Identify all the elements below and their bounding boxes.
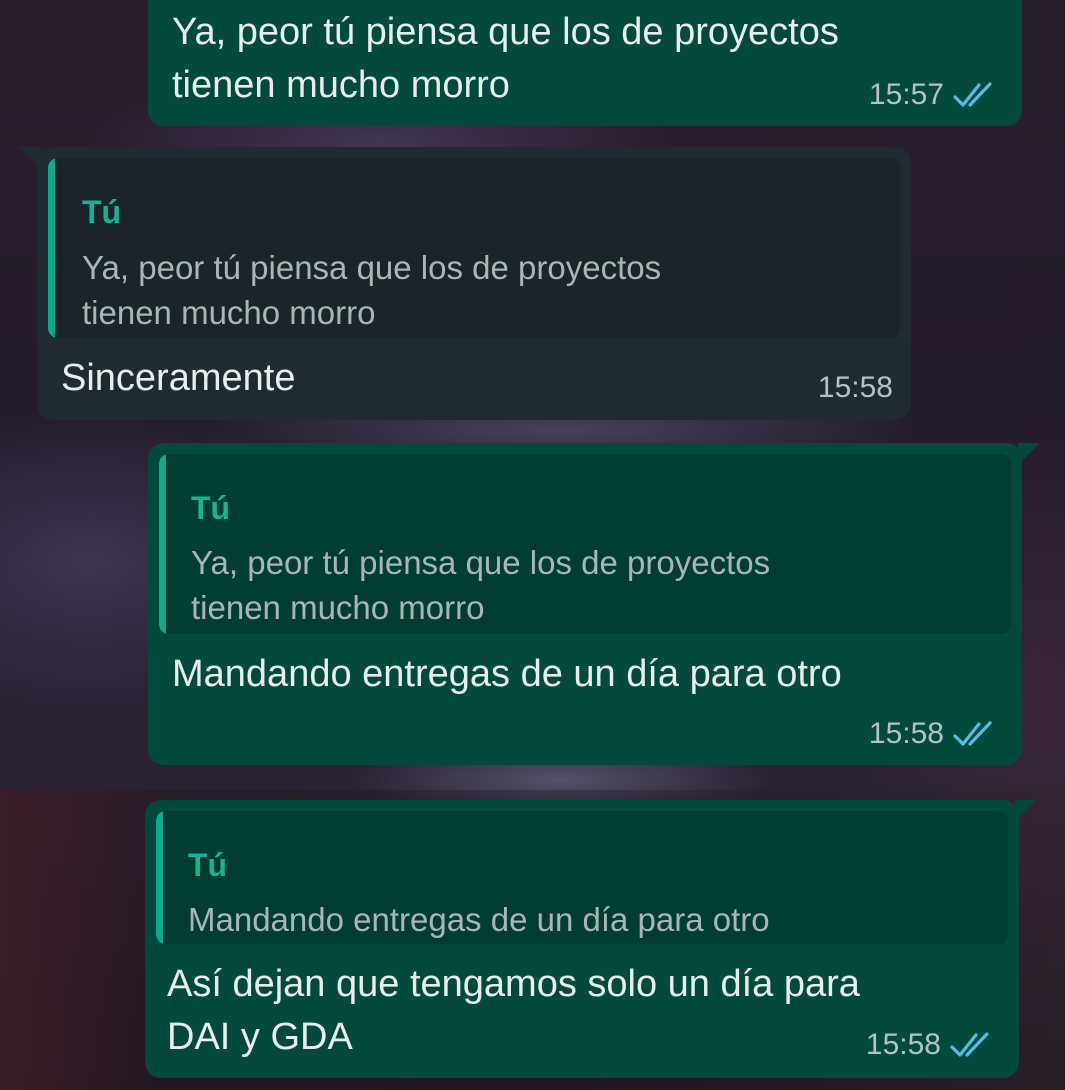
message-text-line: Sinceramente <box>61 357 296 399</box>
quote-text: Ya, peor tú piensa que los de proyectos … <box>82 245 661 335</box>
message-text-line: Así dejan que tengamos solo un día para <box>167 963 860 1005</box>
quote-author: Tú <box>191 490 231 526</box>
message-text-line: Mandando entregas de un día para otro <box>172 653 842 695</box>
message-text: Así dejan que tengamos solo un día para … <box>167 958 860 1064</box>
double-check-read-icon <box>953 82 992 107</box>
quote-text-line: tienen mucho morro <box>191 589 485 626</box>
double-check-read-icon <box>950 1032 989 1057</box>
quote-text-line: Ya, peor tú piensa que los de proyectos <box>82 249 662 286</box>
message-time: 15:58 <box>865 1028 941 1061</box>
message-text: Ya, peor tú piensa que los de proyectos … <box>172 6 839 112</box>
message-text-line: Ya, peor tú piensa que los de proyectos <box>172 11 839 53</box>
quoted-message[interactable]: Tú Ya, peor tú piensa que los de proyect… <box>48 158 900 338</box>
quote-accent-bar <box>48 158 55 338</box>
quote-accent-bar <box>159 454 166 634</box>
message-meta: 15:58 <box>818 371 893 405</box>
message-meta: 15:57 <box>869 78 996 112</box>
quote-text-line: Mandando entregas de un día para otro <box>188 901 770 938</box>
quote-author: Tú <box>188 847 228 883</box>
double-check-read-icon <box>953 721 992 746</box>
quote-accent-bar <box>156 811 163 944</box>
message-bubble-outgoing[interactable]: Tú Ya, peor tú piensa que los de proyect… <box>148 443 1040 765</box>
quoted-message[interactable]: Tú Mandando entregas de un día para otro <box>156 811 1008 944</box>
quote-author: Tú <box>82 194 122 230</box>
message-bubble-outgoing[interactable]: Tú Mandando entregas de un día para otro… <box>145 800 1037 1078</box>
message-time: 15:58 <box>817 371 893 404</box>
message-bubble-outgoing[interactable]: Ya, peor tú piensa que los de proyectos … <box>148 0 1022 126</box>
message-text: Sinceramente <box>61 352 295 405</box>
message-meta: 15:58 <box>866 1028 993 1062</box>
message-meta: 15:58 <box>869 717 996 751</box>
message-time: 15:58 <box>868 717 944 750</box>
quote-text-line: tienen mucho morro <box>82 294 376 331</box>
quoted-message[interactable]: Tú Ya, peor tú piensa que los de proyect… <box>159 454 1011 634</box>
message-text-line: DAI y GDA <box>167 1016 353 1058</box>
message-text-line: tienen mucho morro <box>172 64 510 106</box>
message-text: Mandando entregas de un día para otro <box>172 648 842 701</box>
message-time: 15:57 <box>868 78 944 111</box>
quote-text-line: Ya, peor tú piensa que los de proyectos <box>191 544 771 581</box>
message-bubble-incoming[interactable]: Tú Ya, peor tú piensa que los de proyect… <box>19 147 911 420</box>
quote-text: Mandando entregas de un día para otro <box>188 897 770 942</box>
quote-text: Ya, peor tú piensa que los de proyectos … <box>191 540 770 630</box>
